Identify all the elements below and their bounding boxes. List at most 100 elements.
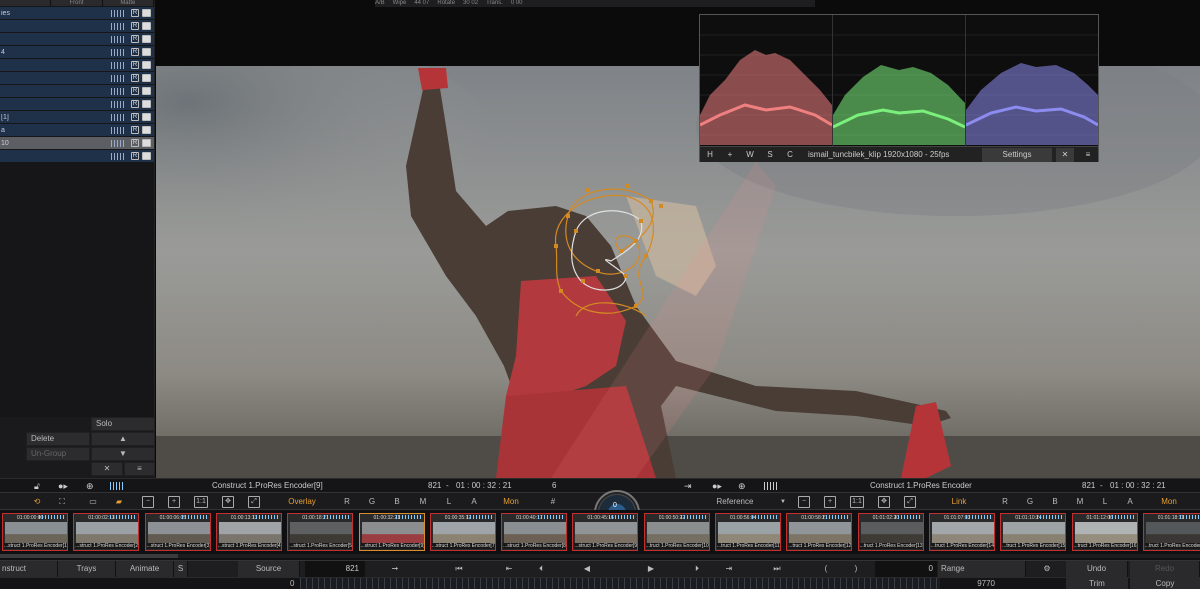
frame-field[interactable]: 821 bbox=[305, 561, 365, 577]
layer-row[interactable]: R bbox=[0, 150, 154, 162]
layer-row[interactable]: 4R bbox=[0, 46, 154, 58]
source-button[interactable]: Source bbox=[238, 561, 300, 577]
solo-button[interactable]: Solo bbox=[91, 417, 154, 431]
layer-visibility-icon[interactable] bbox=[142, 61, 151, 69]
channel-m[interactable]: M bbox=[418, 496, 428, 508]
thumbnail-item[interactable]: 01:00:18:21 ...struct 1.ProRes Encoder[5] bbox=[287, 513, 354, 551]
channel-g[interactable]: G bbox=[367, 496, 377, 508]
construct-tab[interactable]: nstruct bbox=[0, 561, 58, 577]
overlay-button[interactable]: Overlay bbox=[285, 496, 319, 508]
layer-visibility-icon[interactable] bbox=[142, 87, 151, 95]
record-icon[interactable]: ●▸ bbox=[712, 481, 722, 492]
channel-m[interactable]: M bbox=[1075, 496, 1085, 508]
topbar-item[interactable]: Trans. bbox=[486, 0, 503, 7]
layer-visibility-icon[interactable] bbox=[142, 139, 151, 147]
record-icon[interactable]: ●▸ bbox=[58, 481, 68, 492]
layer-render-button[interactable]: R bbox=[131, 35, 139, 43]
expand-icon[interactable]: ⤢ bbox=[248, 496, 260, 508]
topbar-item[interactable]: A/B bbox=[375, 0, 385, 7]
scope-add-button[interactable]: + bbox=[720, 150, 740, 159]
channel-a[interactable]: A bbox=[469, 496, 479, 508]
thumbnail-item[interactable]: 01:00:32:21 ...struct 1.ProRes Encoder[9] bbox=[358, 513, 425, 551]
thumbnail-item[interactable]: 01:00:40:17 ...struct 1.ProRes Encoder[8] bbox=[501, 513, 568, 551]
layer-render-button[interactable]: R bbox=[131, 139, 139, 147]
thumbnail-item[interactable]: 01:01:10:24 ...truct 1.ProRes Encoder[15] bbox=[1000, 513, 1067, 551]
copy-button[interactable]: Copy bbox=[1130, 578, 1200, 589]
dual-view-icon[interactable]: ⛶ bbox=[55, 496, 69, 508]
layer-visibility-icon[interactable] bbox=[142, 35, 151, 43]
export-icon[interactable]: ⇥ bbox=[684, 481, 692, 492]
thumbnail-item[interactable]: 01:00:45:16 ...struct 1.ProRes Encoder[9] bbox=[572, 513, 639, 551]
step-forward-icon[interactable]: ⏵ bbox=[690, 561, 704, 577]
layer-visibility-icon[interactable] bbox=[142, 100, 151, 108]
layer-row[interactable]: 10 R bbox=[0, 137, 154, 149]
trim-button[interactable]: Trim bbox=[1066, 578, 1128, 589]
channel-a[interactable]: A bbox=[1125, 496, 1135, 508]
layer-visibility-icon[interactable] bbox=[142, 22, 151, 30]
zoom-1to1-button[interactable]: 1:1 bbox=[194, 496, 208, 508]
layer-row[interactable]: [1] R bbox=[0, 111, 154, 123]
reference-dropdown[interactable]: Reference bbox=[710, 496, 760, 508]
layer-visibility-icon[interactable] bbox=[142, 113, 151, 121]
scope-s-button[interactable]: S bbox=[760, 150, 780, 159]
layer-render-button[interactable]: R bbox=[131, 74, 139, 82]
scope-w-button[interactable]: W bbox=[740, 150, 760, 159]
layer-row[interactable]: R bbox=[0, 33, 154, 45]
thumbnail-item[interactable]: 01:01:02:20 ...truct 1.ProRes Encoder[13] bbox=[857, 513, 924, 551]
arrow-right-icon[interactable]: ➞ bbox=[388, 561, 402, 577]
thumbnail-item[interactable]: 01:01:12:06 ...truct 1.ProRes Encoder[16] bbox=[1071, 513, 1138, 551]
channel-b[interactable]: B bbox=[392, 496, 402, 508]
zoom-out-icon[interactable]: − bbox=[798, 496, 810, 508]
layer-render-button[interactable]: R bbox=[131, 61, 139, 69]
redo-button[interactable]: Redo bbox=[1130, 561, 1200, 577]
mon-button[interactable]: Mon bbox=[1158, 496, 1180, 508]
undo-button[interactable]: Undo bbox=[1066, 561, 1128, 577]
close-icon[interactable]: ✕ bbox=[1056, 147, 1074, 162]
scope-h-button[interactable]: H bbox=[700, 150, 720, 159]
menu-icon[interactable]: ≡ bbox=[1078, 150, 1098, 159]
channel-g[interactable]: G bbox=[1025, 496, 1035, 508]
layer-row[interactable]: ies R bbox=[0, 7, 154, 19]
loop-icon[interactable]: ⟲ bbox=[30, 496, 44, 508]
tab-matte[interactable]: Matte bbox=[103, 0, 154, 6]
layer-render-button[interactable]: R bbox=[131, 126, 139, 134]
zoom-in-icon[interactable]: + bbox=[168, 496, 180, 508]
chevron-down-icon[interactable]: ▼ bbox=[778, 496, 788, 508]
thumbnail-item[interactable]: 01:01:07:03 ...truct 1.ProRes Encoder[14] bbox=[928, 513, 995, 551]
delete-button[interactable]: Delete bbox=[26, 432, 90, 446]
fit-icon[interactable]: ✥ bbox=[222, 496, 234, 508]
layer-render-button[interactable]: R bbox=[131, 22, 139, 30]
layer-visibility-icon[interactable] bbox=[142, 126, 151, 134]
thumbnail-item[interactable]: 01:00:06:05 ...struct 1.ProRes Encoder[3] bbox=[144, 513, 211, 551]
layer-render-button[interactable]: R bbox=[131, 87, 139, 95]
layer-render-button[interactable]: R bbox=[131, 152, 139, 160]
levels-icon[interactable] bbox=[764, 482, 778, 490]
gear-icon[interactable]: ⚙ bbox=[1040, 561, 1054, 577]
move-up-button[interactable]: ▲ bbox=[91, 432, 154, 446]
thumbnail-item[interactable]: 01:00:13:13 ...struct 1.ProRes Encoder[4] bbox=[215, 513, 282, 551]
layer-row[interactable]: R bbox=[0, 59, 154, 71]
zoom-1to1-button[interactable]: 1:1 bbox=[850, 496, 864, 508]
animate-button[interactable]: Animate bbox=[116, 561, 174, 577]
step-back-icon[interactable]: ⏴ bbox=[534, 561, 548, 577]
layer-row[interactable]: R bbox=[0, 72, 154, 84]
channel-l[interactable]: L bbox=[444, 496, 454, 508]
thumbnail-item[interactable]: 01:00:35:12 ...struct 1.ProRes Encoder[7] bbox=[429, 513, 496, 551]
s-button[interactable]: S bbox=[174, 561, 188, 577]
layer-row[interactable]: aR bbox=[0, 124, 154, 136]
range-value-field[interactable]: 0 bbox=[875, 561, 937, 577]
fit-icon[interactable]: ✥ bbox=[878, 496, 890, 508]
thumbnail-item[interactable]: 01:00:56:04 ...truct 1.ProRes Encoder[11] bbox=[715, 513, 781, 551]
play-reverse-icon[interactable]: ◀ bbox=[580, 561, 594, 577]
mark-in-icon[interactable]: ( bbox=[820, 561, 832, 577]
thumbnail-scroll-thumb[interactable] bbox=[0, 554, 178, 558]
lock-icon[interactable]: 🔓︎ bbox=[34, 481, 40, 492]
layer-visibility-icon[interactable] bbox=[142, 48, 151, 56]
layer-row[interactable]: R bbox=[0, 98, 154, 110]
prev-key-icon[interactable]: ⇤ bbox=[502, 561, 516, 577]
wipe-icon[interactable]: ▰ bbox=[112, 496, 126, 508]
thumbnail-item[interactable]: 01:00:50:22 ...truct 1.ProRes Encoder[10] bbox=[643, 513, 710, 551]
layer-render-button[interactable]: R bbox=[131, 113, 139, 121]
channel-r[interactable]: R bbox=[1000, 496, 1010, 508]
channel-r[interactable]: R bbox=[342, 496, 352, 508]
